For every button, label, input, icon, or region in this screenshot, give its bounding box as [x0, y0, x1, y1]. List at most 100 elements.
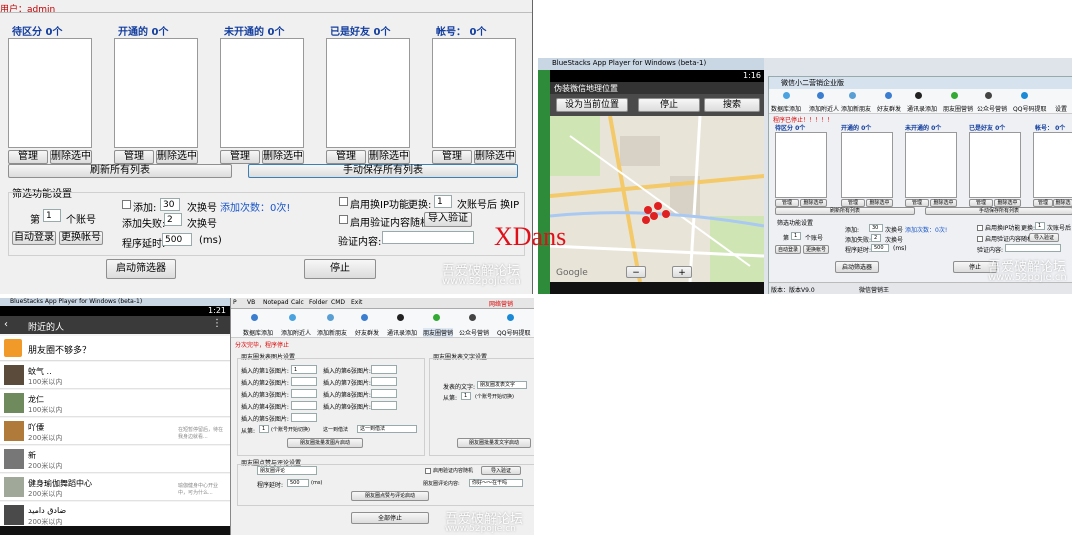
manual-save-button[interactable]: 手动保存所有列表: [925, 207, 1072, 215]
ip-checkbox[interactable]: [977, 225, 983, 231]
unopened-list[interactable]: [905, 132, 957, 198]
delay-field[interactable]: 500: [162, 233, 192, 246]
add-count-field[interactable]: 30: [869, 224, 883, 232]
stop-button[interactable]: 停止: [638, 98, 700, 112]
tab-contacts[interactable]: 通讯录添加: [907, 104, 937, 113]
add-count-field[interactable]: 30: [160, 198, 180, 211]
more-icon[interactable]: ⋮: [212, 318, 222, 329]
tab-new-friends[interactable]: 添加新朋友: [841, 104, 871, 113]
friends-list[interactable]: [969, 132, 1021, 198]
swap-count-field[interactable]: 1: [1035, 222, 1045, 230]
menu-item[interactable]: CMD: [331, 299, 345, 306]
manage-button[interactable]: 管理: [905, 199, 929, 207]
menu-item[interactable]: Exit: [351, 299, 362, 306]
tab-qq[interactable]: QQ号码提取: [497, 328, 530, 337]
like-comment-start-button[interactable]: 朋友圈点赞与评论启动: [351, 491, 429, 501]
ip-checkbox[interactable]: [339, 197, 348, 206]
fail-count-field[interactable]: 2: [164, 213, 182, 226]
tab-qq[interactable]: QQ号码提取: [1013, 104, 1046, 113]
menu-item[interactable]: P: [233, 299, 237, 306]
add-checkbox[interactable]: [122, 200, 131, 209]
friends-list[interactable]: [326, 38, 410, 148]
manage-button[interactable]: 管理: [969, 199, 993, 207]
tab-moments[interactable]: 朋友圈营销: [943, 104, 973, 113]
from-field[interactable]: 1: [461, 392, 471, 400]
stop-button[interactable]: 停止: [304, 259, 376, 279]
verify-content-field[interactable]: [1005, 244, 1061, 252]
delete-selected-button[interactable]: 删除选中: [994, 199, 1021, 207]
menu-item[interactable]: VB: [247, 299, 255, 306]
delay-field[interactable]: 500: [287, 479, 309, 487]
pending-list[interactable]: [8, 38, 92, 148]
refresh-all-button[interactable]: 刷新所有列表: [775, 207, 915, 215]
search-button[interactable]: 搜索: [704, 98, 760, 112]
delete-selected-button[interactable]: 删除选中: [50, 150, 92, 164]
zoom-in-icon[interactable]: +: [672, 266, 692, 278]
manage-button[interactable]: 管理: [220, 150, 260, 164]
delete-selected-button[interactable]: 删除选中: [1053, 199, 1072, 213]
tab-settings[interactable]: 设置: [1055, 104, 1067, 113]
auto-login-button[interactable]: 自动登录: [775, 245, 801, 254]
verify-random-checkbox[interactable]: [425, 468, 431, 474]
image-select[interactable]: [371, 365, 397, 374]
comment-field[interactable]: 你好～～在干吗: [469, 479, 523, 487]
comment-select[interactable]: 朋友圈评论: [257, 466, 317, 475]
fail-count-field[interactable]: 2: [871, 234, 881, 242]
manage-button[interactable]: 管理: [8, 150, 48, 164]
from-field[interactable]: 1: [259, 425, 269, 433]
delay-field[interactable]: 500: [871, 244, 889, 252]
menu-item[interactable]: Folder: [309, 299, 328, 306]
image-select[interactable]: [291, 389, 317, 398]
image-select[interactable]: 1: [291, 365, 317, 374]
image-select[interactable]: [291, 377, 317, 386]
opened-list[interactable]: [841, 132, 893, 198]
tab-broadcast[interactable]: 好友群发: [877, 104, 901, 113]
verify-random-checkbox[interactable]: [977, 236, 983, 242]
delete-selected-button[interactable]: 删除选中: [800, 199, 827, 207]
batch-text-button[interactable]: 朋友圈批量发文字启动: [457, 438, 531, 448]
accounts-list[interactable]: [432, 38, 516, 148]
delete-selected-button[interactable]: 删除选中: [262, 150, 304, 164]
switch-account-button[interactable]: 更换帐号: [59, 231, 103, 245]
map-view[interactable]: [550, 116, 764, 282]
manual-save-button[interactable]: 手动保存所有列表: [248, 164, 518, 178]
text-field[interactable]: 朋友圈发表文字: [477, 381, 527, 389]
zoom-out-icon[interactable]: −: [626, 266, 646, 278]
auto-login-button[interactable]: 自动登录: [12, 231, 56, 245]
delete-selected-button[interactable]: 删除选中: [474, 150, 516, 164]
start-filter-button[interactable]: 启动筛选器: [835, 261, 879, 273]
batch-image-button[interactable]: 朋友圈批量发图片启动: [287, 438, 363, 448]
manage-button[interactable]: 管理: [775, 199, 799, 207]
delete-selected-button[interactable]: 删除选中: [930, 199, 957, 207]
image-select[interactable]: [371, 389, 397, 398]
tab-new-friends[interactable]: 添加新朋友: [317, 328, 347, 337]
to-field[interactable]: 这一到借法: [357, 425, 417, 433]
tab-moments[interactable]: 朋友圈营销: [423, 328, 454, 337]
manage-button[interactable]: 管理: [326, 150, 366, 164]
tab-broadcast[interactable]: 好友群发: [355, 328, 379, 337]
start-filter-button[interactable]: 启动筛选器: [106, 259, 176, 279]
swap-count-field[interactable]: 1: [434, 195, 452, 208]
import-verify-button[interactable]: 导入验证: [481, 466, 521, 475]
tab-nearby[interactable]: 添加附近人: [281, 328, 311, 337]
import-verify-button[interactable]: 导入验证: [424, 212, 472, 227]
delete-selected-button[interactable]: 删除选中: [156, 150, 198, 164]
delete-selected-button[interactable]: 删除选中: [866, 199, 893, 207]
tab-official[interactable]: 公众号营销: [977, 104, 1007, 113]
manage-button[interactable]: 管理: [1033, 199, 1053, 207]
menu-item[interactable]: Calc: [291, 299, 304, 306]
verify-random-checkbox[interactable]: [339, 215, 348, 224]
image-select[interactable]: [371, 401, 397, 410]
nth-account-field[interactable]: 1: [791, 232, 801, 240]
verify-content-field[interactable]: [382, 231, 474, 244]
manage-button[interactable]: 管理: [841, 199, 865, 207]
tab-db-add[interactable]: 数据库添加: [771, 104, 801, 113]
set-location-button[interactable]: 设为当前位置: [556, 98, 628, 112]
menu-item[interactable]: Notepad: [263, 299, 289, 306]
tab-contacts[interactable]: 通讯录添加: [387, 328, 417, 337]
import-verify-button[interactable]: 导入验证: [1029, 233, 1059, 242]
tab-db-add[interactable]: 数据库添加: [243, 328, 273, 337]
image-select[interactable]: [291, 401, 317, 410]
switch-account-button[interactable]: 更换帐号: [803, 245, 829, 254]
refresh-all-button[interactable]: 刷新所有列表: [8, 164, 232, 178]
